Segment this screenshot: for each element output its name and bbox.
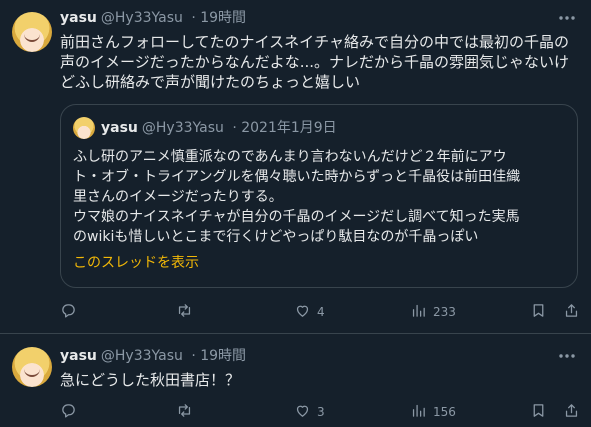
retweet-button[interactable]	[176, 302, 199, 322]
views-button[interactable]: 156	[410, 402, 456, 422]
tweet-actions: 4 233	[60, 302, 580, 322]
tweet-actions: 3 156	[60, 402, 580, 422]
views-count: 233	[433, 305, 456, 319]
tweet[interactable]: yasu @Hy33Yasu · 19時間 前田さんフォローしてたのナイスネイチャ…	[0, 0, 591, 334]
user-handle[interactable]: @Hy33Yasu	[101, 348, 183, 364]
heart-icon	[294, 302, 311, 322]
share-button[interactable]	[563, 402, 580, 422]
like-button[interactable]: 3	[294, 402, 325, 422]
quoted-text-line: のwikiも惜しいとこまで行くけどやっぱり駄目なのが千晶っぽい	[73, 229, 479, 245]
heart-icon	[294, 402, 311, 422]
tweet-text: 前田さんフォローしてたのナイスネイチャ絡みで自分の中では最初の千晶の 声のイメー…	[60, 32, 580, 92]
like-count: 4	[317, 305, 325, 319]
tweet-text: 急にどうした秋田書店！？	[60, 370, 580, 390]
quoted-text-line: 里さんのイメージだったりする。	[73, 189, 283, 205]
quoted-date: · 2021年1月9日	[232, 120, 337, 136]
quoted-header: yasu @Hy33Yasu · 2021年1月9日	[101, 118, 337, 138]
tweet-header: yasu @Hy33Yasu · 19時間	[60, 346, 246, 366]
timestamp[interactable]: · 19時間	[191, 348, 246, 364]
quoted-user-name: yasu	[101, 120, 138, 136]
timestamp[interactable]: · 19時間	[191, 10, 246, 26]
tweet-text-line: 前田さんフォローしてたのナイスネイチャ絡みで自分の中では最初の千晶の	[60, 33, 569, 51]
views-count: 156	[433, 405, 456, 419]
user-name[interactable]: yasu	[60, 348, 97, 364]
share-icon	[563, 302, 580, 322]
quoted-text-line: ウマ娘のナイスネイチャが自分の千晶のイメージだし調べて知った実馬	[73, 209, 520, 225]
avatar[interactable]	[12, 12, 52, 52]
views-icon	[410, 302, 427, 322]
bookmark-icon	[530, 402, 547, 422]
views-icon	[410, 402, 427, 422]
quoted-text-line: ト・オブ・トライアングルを偶々聴いた時からずっと千晶役は前田佳織	[73, 169, 521, 185]
quoted-user-handle: @Hy33Yasu	[141, 120, 224, 136]
retweet-button[interactable]	[176, 402, 199, 422]
bookmark-button[interactable]	[530, 402, 547, 422]
tweet-text-line: 急にどうした秋田書店！？	[60, 371, 241, 389]
tweet-header: yasu @Hy33Yasu · 19時間	[60, 8, 246, 28]
bookmark-icon	[530, 302, 547, 322]
bookmark-button[interactable]	[530, 302, 547, 322]
reply-icon	[60, 302, 77, 322]
share-icon	[563, 402, 580, 422]
like-button[interactable]: 4	[294, 302, 325, 322]
reply-button[interactable]	[60, 402, 83, 422]
like-count: 3	[317, 405, 325, 419]
more-icon[interactable]	[557, 8, 577, 28]
quoted-tweet[interactable]: yasu @Hy33Yasu · 2021年1月9日 ふし研のアニメ慎重派なのであ…	[60, 104, 578, 288]
retweet-icon	[176, 302, 193, 322]
more-icon[interactable]	[557, 346, 577, 366]
reply-icon	[60, 402, 77, 422]
tweet-text-line: 声のイメージだったからなんだよな...。ナレだから千晶の雰囲気じゃないけ	[60, 53, 570, 71]
user-handle[interactable]: @Hy33Yasu	[101, 10, 183, 26]
reply-button[interactable]	[60, 302, 83, 322]
tweet-text-line: どふし研絡みで声が聞けたのちょっと嬉しい	[60, 73, 361, 91]
quoted-avatar	[73, 117, 95, 139]
views-button[interactable]: 233	[410, 302, 456, 322]
share-button[interactable]	[563, 302, 580, 322]
retweet-icon	[176, 402, 193, 422]
tweet[interactable]: yasu @Hy33Yasu · 19時間 急にどうした秋田書店！？ 3 156	[0, 335, 591, 427]
avatar[interactable]	[12, 347, 52, 387]
user-name[interactable]: yasu	[60, 10, 97, 26]
show-thread-link[interactable]: このスレッドを表示	[73, 253, 199, 273]
quoted-text-line: ふし研のアニメ慎重派なのであんまり言わないんだけど２年前にアウ	[73, 149, 507, 165]
quoted-text: ふし研のアニメ慎重派なのであんまり言わないんだけど２年前にアウ ト・オブ・トライ…	[73, 147, 567, 247]
